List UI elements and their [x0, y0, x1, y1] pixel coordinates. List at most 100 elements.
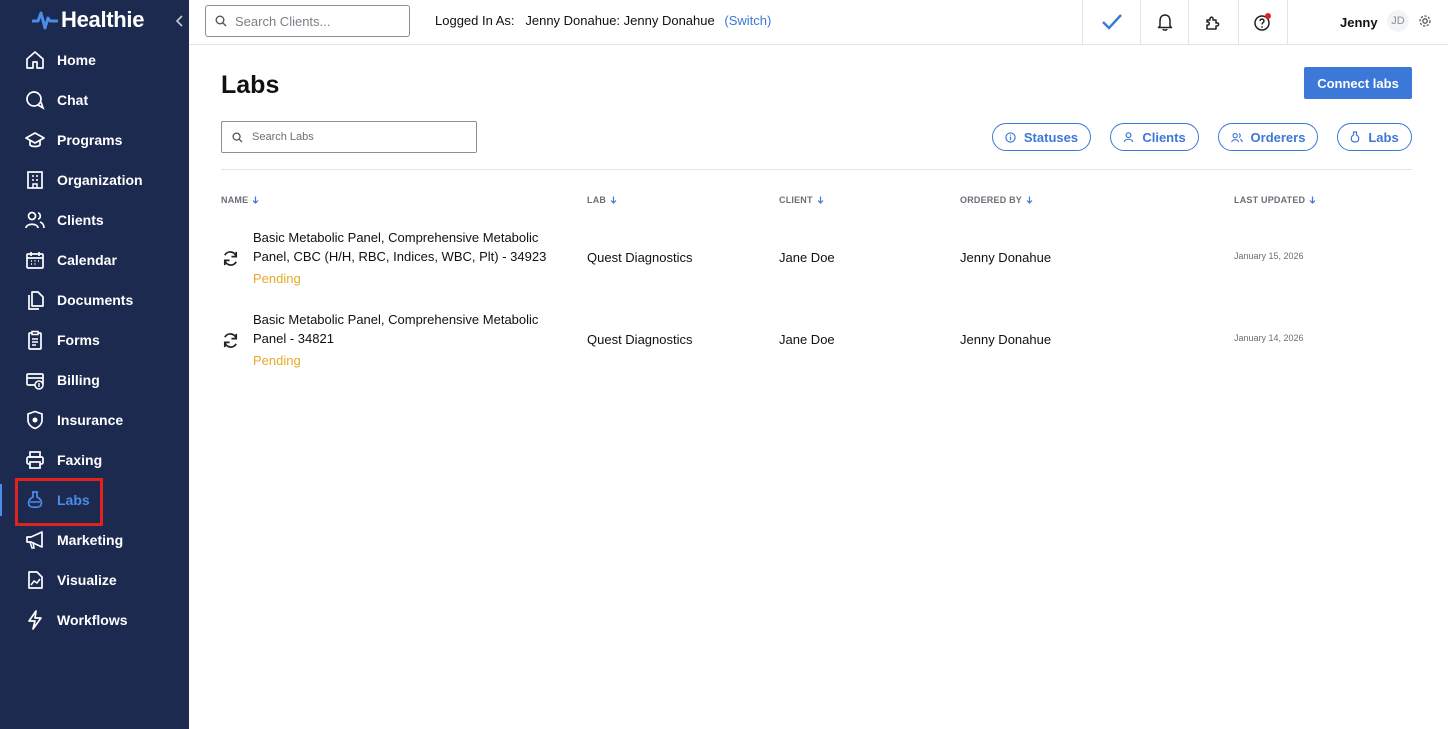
sidebar-item-home[interactable]: Home: [0, 40, 189, 80]
sidebar-item-label: Forms: [57, 332, 100, 348]
filter-statuses-button[interactable]: Statuses: [992, 123, 1091, 151]
sidebar-item-label: Billing: [57, 372, 100, 388]
labs-search-box[interactable]: [221, 121, 477, 153]
chat-icon: [26, 91, 45, 110]
table-row[interactable]: Basic Metabolic Panel, Comprehensive Met…: [221, 310, 1412, 380]
sidebar-item-labs[interactable]: Labs: [0, 478, 189, 526]
checkmark-icon: [1101, 14, 1122, 30]
filter-labs-button[interactable]: Labs: [1337, 123, 1412, 151]
last-updated: January 15, 2026: [1234, 251, 1304, 261]
filter-clients-button[interactable]: Clients: [1110, 123, 1199, 151]
top-bar: Logged In As: Jenny Donahue: Jenny Donah…: [189, 0, 1448, 45]
puzzle-icon: [1205, 16, 1219, 30]
sidebar-item-label: Documents: [57, 292, 134, 308]
sidebar-item-label: Insurance: [57, 412, 124, 428]
sidebar-item-label: Visualize: [57, 572, 117, 588]
table-row[interactable]: Basic Metabolic Panel, Comprehensive Met…: [221, 228, 1412, 298]
refresh-icon: [223, 333, 238, 348]
sidebar-item-forms[interactable]: Forms: [0, 320, 189, 360]
integrations-button[interactable]: [1188, 0, 1238, 44]
sort-arrow-down-icon: [817, 196, 824, 204]
client-search-box[interactable]: [205, 5, 410, 37]
sidebar-item-visualize[interactable]: Visualize: [0, 560, 189, 600]
column-header-label: ORDERED BY: [960, 195, 1023, 205]
sidebar-item-label: Home: [57, 52, 96, 68]
labs-search-input[interactable]: [252, 131, 452, 143]
status-badge: Pending: [253, 353, 301, 368]
tasks-button[interactable]: [1082, 0, 1140, 44]
search-icon: [215, 15, 227, 27]
notifications-button[interactable]: [1140, 0, 1188, 44]
logged-in-as: Logged In As: Jenny Donahue: Jenny Donah…: [435, 13, 771, 28]
sort-arrow-down-icon: [1309, 196, 1316, 204]
sidebar-item-organization[interactable]: Organization: [0, 160, 189, 200]
client-search-input[interactable]: [235, 13, 395, 29]
sidebar-item-insurance[interactable]: Insurance: [0, 400, 189, 440]
switch-user-link[interactable]: (Switch): [724, 13, 771, 28]
sidebar-item-chat[interactable]: Chat: [0, 80, 189, 120]
page-title: Labs: [221, 71, 280, 99]
filter-label: Orderers: [1250, 129, 1306, 145]
help-icon: [1254, 13, 1271, 31]
healthie-logo[interactable]: Healthie: [32, 7, 144, 33]
user-menu[interactable]: Jenny JD: [1287, 0, 1448, 44]
sidebar-item-programs[interactable]: Programs: [0, 120, 189, 160]
ordered-by: Jenny Donahue: [960, 332, 1052, 347]
sidebar-item-billing[interactable]: Billing: [0, 360, 189, 400]
column-header-name[interactable]: NAME: [221, 195, 259, 205]
sidebar-item-documents[interactable]: Documents: [0, 280, 189, 320]
sidebar-item-clients[interactable]: Clients: [0, 200, 189, 240]
connect-labs-button[interactable]: Connect labs: [1304, 67, 1412, 99]
search-icon: [232, 131, 243, 143]
sidebar-nav: Home Chat Programs Organization Clients …: [0, 40, 189, 640]
column-header-label: CLIENT: [779, 195, 813, 205]
column-header-ordered-by[interactable]: ORDERED BY: [960, 195, 1033, 205]
filter-label: Statuses: [1023, 129, 1079, 145]
avatar[interactable]: JD: [1387, 10, 1409, 32]
sidebar-item-label: Chat: [57, 92, 89, 108]
filter-label: Labs: [1368, 129, 1399, 145]
sort-arrow-down-icon: [252, 196, 259, 204]
sidebar-item-label: Organization: [57, 172, 143, 188]
lab-order-name[interactable]: Basic Metabolic Panel, Comprehensive Met…: [253, 228, 573, 266]
column-header-lab[interactable]: LAB: [587, 195, 617, 205]
refresh-icon: [223, 251, 238, 266]
column-header-client[interactable]: CLIENT: [779, 195, 824, 205]
highlight-box: [15, 478, 103, 526]
sidebar-item-faxing[interactable]: Faxing: [0, 440, 189, 480]
sidebar-item-label: Programs: [57, 132, 123, 148]
info-icon: [1005, 131, 1016, 143]
column-header-label: LAST UPDATED: [1234, 195, 1306, 205]
sidebar-item-marketing[interactable]: Marketing: [0, 520, 189, 560]
shield-icon: [27, 410, 43, 430]
collapse-sidebar-button[interactable]: [174, 12, 186, 30]
home-icon: [26, 51, 44, 69]
billing-icon: [26, 373, 44, 390]
lab-order-name[interactable]: Basic Metabolic Panel, Comprehensive Met…: [253, 310, 573, 348]
filter-label: Clients: [1142, 129, 1186, 145]
healthie-logo-icon: [32, 11, 58, 30]
sidebar-item-label: Marketing: [57, 532, 124, 548]
filter-orderers-button[interactable]: Orderers: [1218, 123, 1318, 151]
user-name: Jenny: [1340, 14, 1378, 30]
chart-doc-icon: [28, 571, 43, 589]
last-updated: January 14, 2026: [1234, 333, 1304, 343]
user-icon: [1124, 132, 1134, 143]
lightning-icon: [28, 610, 42, 630]
users-icon: [25, 211, 45, 229]
help-button[interactable]: [1238, 0, 1287, 44]
column-header-last-updated[interactable]: LAST UPDATED: [1234, 195, 1316, 205]
sidebar-item-label: Calendar: [57, 252, 117, 268]
lab-name: Quest Diagnostics: [587, 332, 693, 347]
chevron-left-icon: [176, 15, 183, 27]
gear-icon[interactable]: [1418, 14, 1432, 28]
sidebar-item-workflows[interactable]: Workflows: [0, 600, 189, 640]
sidebar-item-calendar[interactable]: Calendar: [0, 240, 189, 280]
flask-icon: [1351, 131, 1360, 143]
client-name: Jane Doe: [779, 250, 835, 265]
megaphone-icon: [26, 531, 43, 549]
printer-icon: [26, 451, 44, 469]
sidebar-item-label: Workflows: [57, 612, 128, 628]
clipboard-icon: [28, 330, 42, 350]
divider: [221, 169, 1412, 170]
